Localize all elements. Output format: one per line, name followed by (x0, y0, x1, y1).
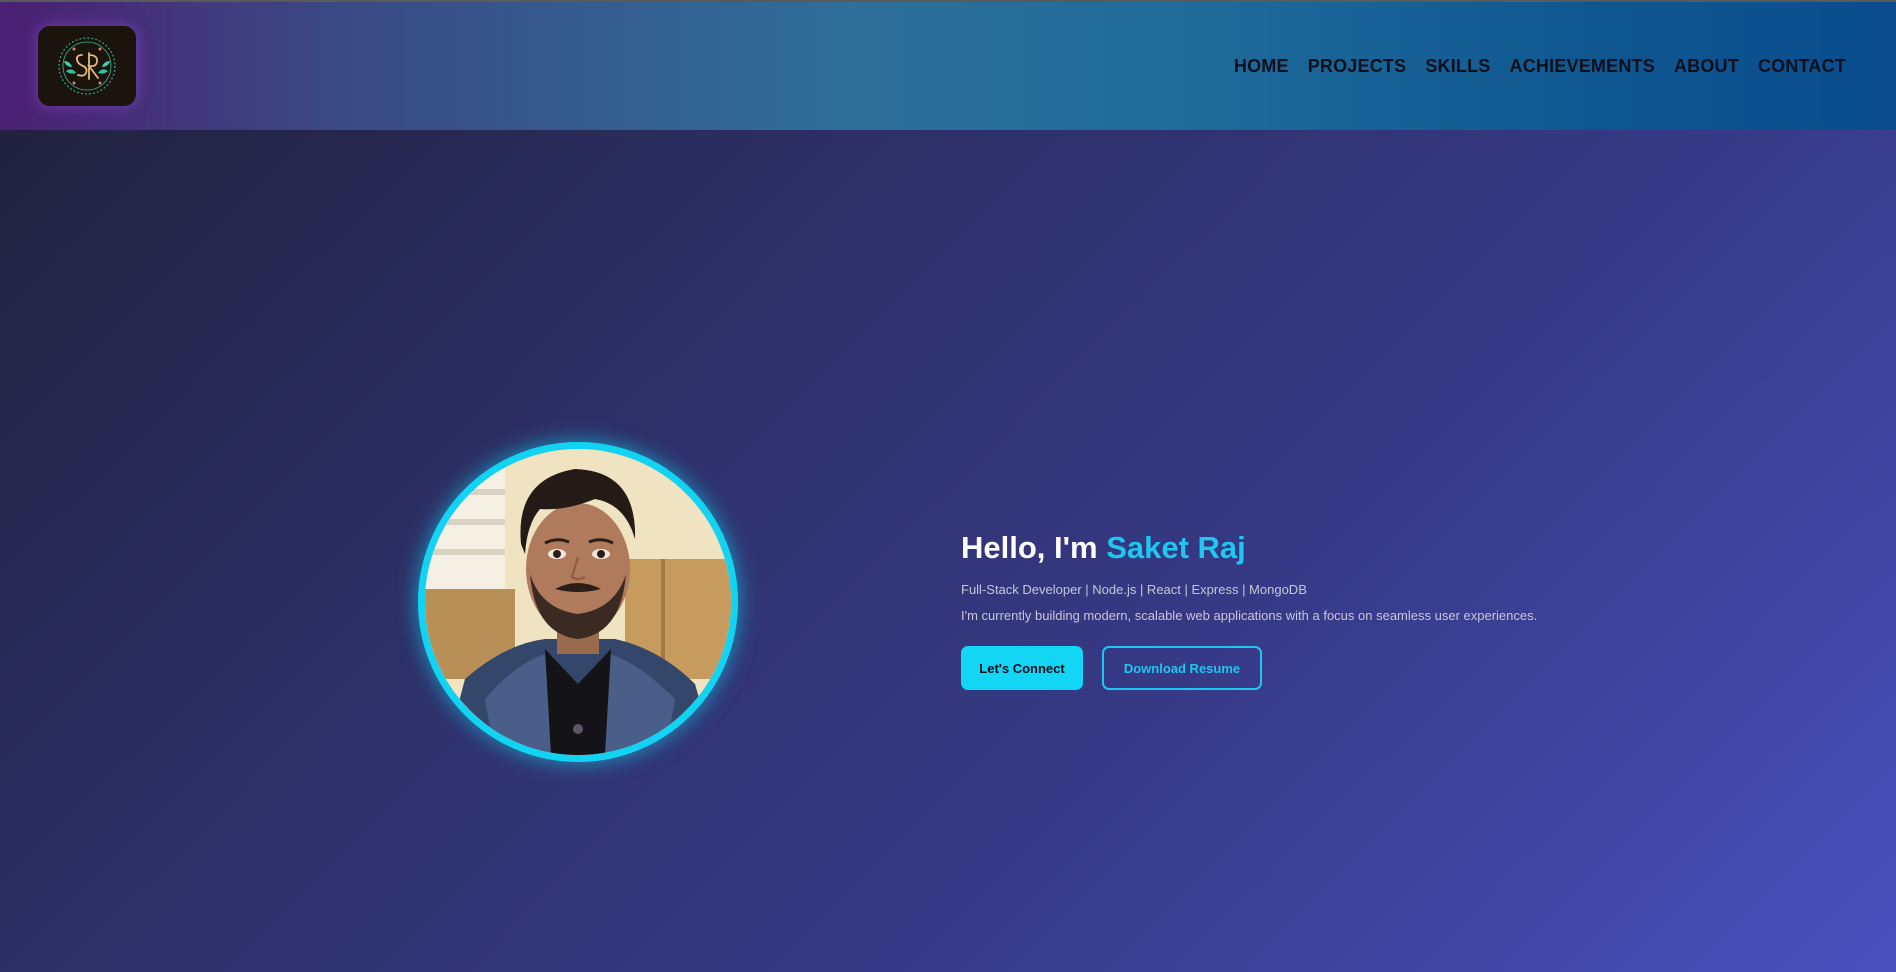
nav-skills[interactable]: SKILLS (1425, 56, 1490, 77)
profile-photo (418, 442, 738, 762)
lets-connect-button[interactable]: Let's Connect (961, 646, 1083, 690)
site-header: HOME PROJECTS SKILLS ACHIEVEMENTS ABOUT … (0, 2, 1896, 130)
nav-about[interactable]: ABOUT (1674, 56, 1739, 77)
download-resume-button[interactable]: Download Resume (1102, 646, 1262, 690)
hero-subtitle: Full-Stack Developer | Node.js | React |… (961, 582, 1307, 597)
nav-achievements[interactable]: ACHIEVEMENTS (1510, 56, 1655, 77)
hero-description: I'm currently building modern, scalable … (961, 608, 1538, 623)
site-logo[interactable] (38, 26, 136, 106)
hero-buttons: Let's Connect Download Resume (961, 646, 1537, 690)
nav-contact[interactable]: CONTACT (1758, 56, 1846, 77)
main-nav: HOME PROJECTS SKILLS ACHIEVEMENTS ABOUT … (1234, 56, 1846, 77)
sr-monogram-logo-icon (58, 37, 116, 95)
nav-home[interactable]: HOME (1234, 56, 1289, 77)
hero-name: Saket Raj (1106, 530, 1246, 565)
nav-projects[interactable]: PROJECTS (1308, 56, 1407, 77)
hero-heading: Hello, I'm Saket Raj (961, 530, 1537, 566)
greeting-text: Hello, I'm (961, 530, 1098, 565)
hero-section: Hello, I'm Saket Raj Full-Stack Develope… (961, 530, 1537, 690)
profile-portrait-illustration (425, 449, 731, 755)
